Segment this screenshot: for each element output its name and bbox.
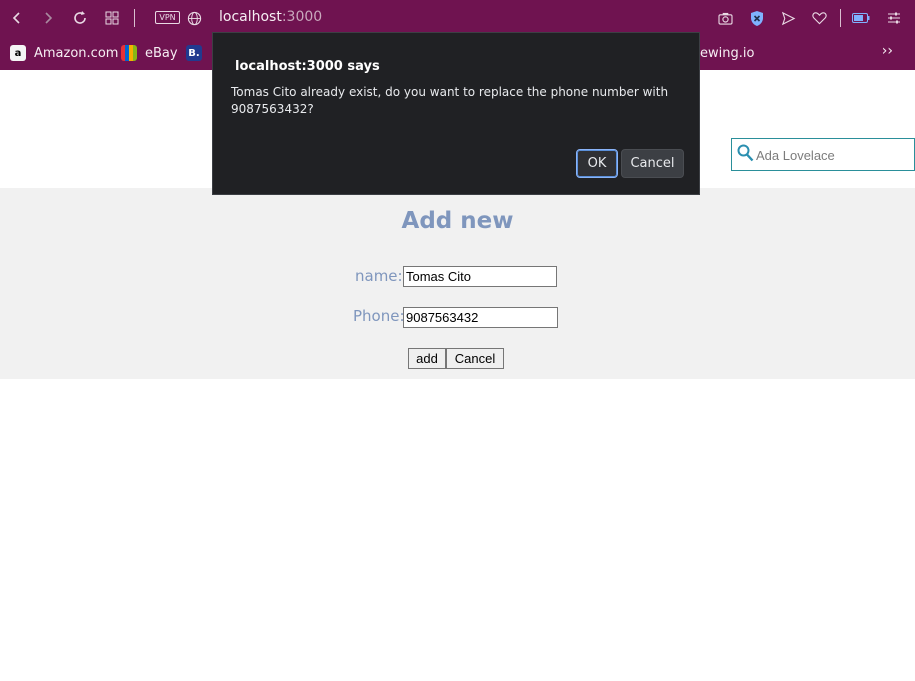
add-new-panel: Add new name: Phone: add Cancel [0,188,915,379]
cancel-button[interactable]: Cancel [446,348,504,369]
forward-icon[interactable] [38,8,58,28]
address-bar[interactable]: localhost:3000 [219,9,322,25]
search-input[interactable] [756,144,911,166]
bookmarks-overflow-icon[interactable]: ›› [882,43,893,59]
bookmark-label: Amazon.com [34,45,119,61]
adblock-shield-icon[interactable] [747,8,767,28]
back-icon[interactable] [7,8,27,28]
booking-icon: B. [186,45,202,61]
dialog-ok-button[interactable]: OK [576,149,618,178]
dialog-cancel-button[interactable]: Cancel [621,149,684,178]
search-box [731,138,915,171]
phone-label: Phone: [353,307,405,325]
reload-icon[interactable] [70,8,90,28]
toolbar-divider [840,9,841,27]
name-field[interactable] [403,266,557,287]
ebay-icon [121,45,137,61]
tab-grid-icon[interactable] [102,8,122,28]
phone-field[interactable] [403,307,558,328]
url-host: localhost [219,9,282,25]
battery-icon[interactable] [851,8,871,28]
camera-icon[interactable] [715,8,735,28]
bookmark-ewing[interactable]: ewing.io [700,43,754,63]
globe-icon[interactable] [184,8,204,28]
browser-toolbar: VPN localhost:3000 [0,0,915,36]
add-button[interactable]: add [408,348,446,369]
settings-sliders-icon[interactable] [884,8,904,28]
toolbar-divider [134,9,135,27]
search-icon [737,144,754,166]
amazon-icon: a [10,45,26,61]
vpn-badge[interactable]: VPN [155,11,180,24]
send-icon[interactable] [778,8,798,28]
bookmark-ebay[interactable]: eBay [121,43,178,63]
bookmark-amazon[interactable]: a Amazon.com [10,43,118,63]
alert-dialog: localhost:3000 says Tomas Cito already e… [212,32,700,195]
name-label: name: [355,267,403,285]
form-heading: Add new [401,208,514,234]
dialog-title: localhost:3000 says [235,59,380,74]
bookmark-booking[interactable]: B. [186,43,210,63]
url-port: :3000 [281,9,323,25]
heart-icon[interactable] [809,8,829,28]
dialog-message: Tomas Cito already exist, do you want to… [231,85,669,116]
bookmark-label: eBay [145,45,178,61]
bookmark-label: ewing.io [700,45,755,61]
